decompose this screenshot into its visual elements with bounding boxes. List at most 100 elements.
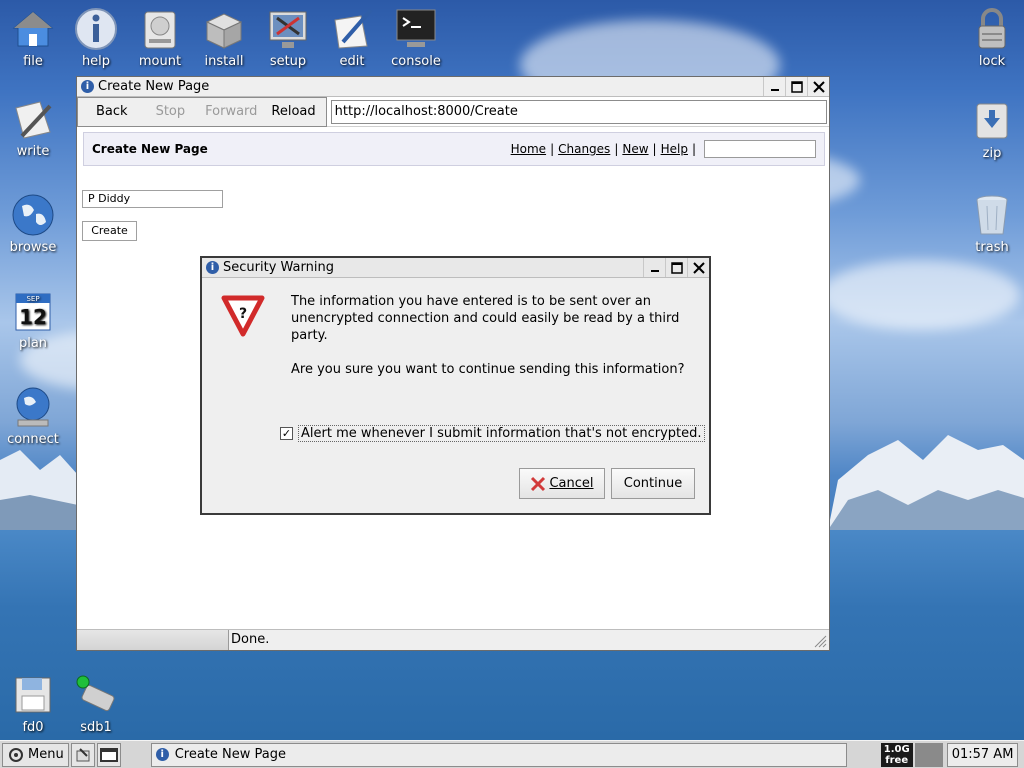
calendar-month: SEP (26, 295, 39, 303)
dialog-maximize-button[interactable] (665, 258, 687, 277)
desktop-icon-label: zip (982, 146, 1002, 161)
alert-checkbox-row[interactable]: ✓ Alert me whenever I submit information… (280, 425, 705, 442)
alert-checkbox[interactable]: ✓ (280, 427, 293, 440)
link-help[interactable]: Help (661, 142, 688, 156)
dialog-titlebar[interactable]: i Security Warning (202, 258, 709, 278)
desktop-icon-label: edit (339, 54, 365, 69)
warning-icon: ? (221, 295, 265, 337)
show-desktop-button[interactable] (96, 742, 121, 767)
usb-drive-icon (76, 675, 115, 712)
taskbar-task-browser[interactable]: i Create New Page (150, 742, 847, 767)
window-info-icon: i (81, 80, 94, 93)
stop-button[interactable]: Stop (140, 98, 198, 126)
globe-icon (12, 194, 54, 236)
link-home[interactable]: Home (511, 142, 546, 156)
desktop-icon-label: trash (975, 240, 1009, 255)
start-menu-button[interactable]: Menu (2, 742, 69, 767)
desktop-icon-label: connect (7, 432, 59, 447)
link-separator: | (614, 142, 619, 156)
trash-icon (976, 195, 1008, 235)
maximize-button[interactable] (785, 77, 807, 96)
browser-window-title: Create New Page (98, 79, 210, 94)
desktop-icon-edit[interactable]: edit (319, 6, 385, 69)
alert-checkbox-label[interactable]: Alert me whenever I submit information t… (298, 425, 705, 442)
task-info-icon: i (155, 748, 169, 761)
desktop-icon-trash[interactable]: trash (959, 192, 1024, 255)
cancel-button-label: Cancel (549, 476, 594, 491)
browser-titlebar[interactable]: i Create New Page (77, 77, 829, 97)
desktop-icon-label: console (391, 54, 441, 69)
desktop-icon-label: setup (269, 54, 307, 69)
desktop-icon-help[interactable]: help (63, 6, 129, 69)
link-new[interactable]: New (622, 142, 648, 156)
link-separator: | (652, 142, 657, 156)
package-icon (205, 13, 243, 49)
desktop-icon-mount[interactable]: mount (127, 6, 193, 69)
url-input[interactable]: http://localhost:8000/Create (330, 99, 827, 124)
taskbar-task-label: Create New Page (174, 747, 286, 762)
dialog-message-question: Are you sure you want to continue sendin… (291, 362, 685, 377)
clock[interactable]: 01:57 AM (946, 742, 1019, 767)
desktop-icon-lock[interactable]: lock (959, 6, 1024, 69)
security-warning-dialog: i Security Warning ? The information you… (200, 256, 711, 515)
desktop-icon-plan[interactable]: SEP 12 plan (0, 288, 66, 351)
desktop-icon-label: sdb1 (80, 720, 112, 735)
minimize-icon (650, 269, 659, 272)
minimize-icon (770, 88, 779, 91)
desktop-icon-label: help (81, 54, 111, 69)
free-space-label: free (885, 754, 909, 766)
desktop-icon-connect[interactable]: connect (0, 384, 66, 447)
cancel-x-icon (531, 476, 546, 491)
dialog-message-warning: The information you have entered is to b… (291, 294, 680, 343)
desktop-icon-label: write (16, 144, 50, 159)
continue-button[interactable]: Continue (611, 468, 695, 499)
dialog-message: The information you have entered is to b… (291, 293, 691, 395)
forward-button[interactable]: Forward (197, 98, 265, 126)
close-button[interactable] (807, 77, 829, 96)
page-name-input[interactable]: P Diddy (82, 190, 223, 208)
progress-bar (77, 630, 229, 650)
quick-launch-button[interactable] (70, 742, 95, 767)
show-desktop-icon (99, 747, 118, 762)
cancel-button[interactable]: Cancel (519, 468, 605, 499)
status-text: Done. (231, 632, 270, 647)
back-button[interactable]: Back (78, 98, 140, 126)
menu-logo-icon (9, 747, 23, 762)
calendar-icon: SEP 12 (15, 293, 51, 331)
network-globe-icon (16, 387, 50, 427)
desktop-icon-install[interactable]: install (191, 6, 257, 69)
quick-launch-icon (76, 747, 90, 761)
home-folder-icon (12, 11, 54, 47)
dialog-close-button[interactable] (687, 258, 709, 277)
desktop-icon-zip[interactable]: zip (959, 98, 1024, 161)
free-space-size: 1.0G (883, 743, 910, 755)
drive-icon (144, 11, 176, 49)
minimize-button[interactable] (763, 77, 785, 96)
dialog-minimize-button[interactable] (643, 258, 665, 277)
maximize-icon (790, 80, 803, 93)
desktop-icon-console[interactable]: console (383, 6, 449, 69)
resize-grip-icon[interactable] (813, 634, 827, 648)
nav-buttons: Back Stop Forward Reload (77, 96, 327, 127)
link-changes[interactable]: Changes (558, 142, 610, 156)
desktop-icon-label: lock (978, 54, 1006, 69)
desktop-icon-label: fd0 (22, 720, 44, 735)
pen-paper-icon (334, 8, 373, 49)
dialog-info-icon: i (206, 261, 219, 274)
desktop-icon-label: mount (138, 54, 182, 69)
desktop-icon-file[interactable]: file (0, 6, 66, 69)
reload-button[interactable]: Reload (265, 98, 325, 126)
desktop-icon-setup[interactable]: setup (255, 6, 321, 69)
create-button[interactable]: Create (82, 221, 137, 241)
desktop-icon-fd0[interactable]: fd0 (0, 672, 66, 735)
page-nav-links: Home | Changes | New | Help | (511, 142, 700, 156)
page-title: Create New Page (92, 142, 208, 156)
page-search-input[interactable] (704, 140, 816, 158)
desktop-icon-label: file (23, 54, 43, 69)
desktop-icon-browse[interactable]: browse (0, 192, 66, 255)
floppy-icon (15, 677, 51, 713)
status-bar: Done. (77, 629, 829, 650)
desktop-icon-sdb1[interactable]: sdb1 (63, 672, 129, 735)
desktop-icon-write[interactable]: write (0, 96, 66, 159)
free-space-indicator: 1.0G free (880, 742, 913, 767)
